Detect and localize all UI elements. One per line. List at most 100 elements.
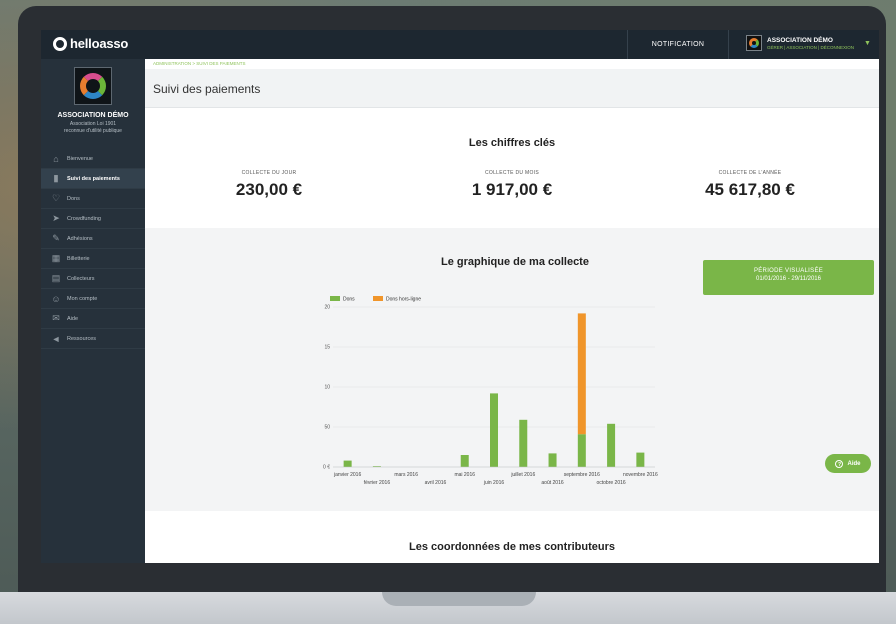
chevron-down-icon[interactable]: ▼ xyxy=(864,40,871,47)
x-tick-label: août 2016 xyxy=(541,480,563,486)
legend-label: Dons hors-ligne xyxy=(386,297,421,303)
org-sub-line-1: Association Loi 1901 xyxy=(69,121,117,127)
periode-button[interactable]: PÉRIODE VISUALISÉE 01/01/2016 - 29/11/20… xyxy=(703,260,874,295)
periode-label: PÉRIODE VISUALISÉE xyxy=(753,268,824,274)
y-tick-label: 0 € xyxy=(323,465,330,471)
sidebar-item-label: Collecteurs xyxy=(67,275,95,282)
megaphone-icon: ◄ xyxy=(51,333,61,344)
page-header: Suivi des paiements xyxy=(145,69,879,108)
legend-swatch xyxy=(373,296,383,301)
kpi-label: COLLECTE DU JOUR xyxy=(241,170,297,176)
main-content: ADMINISTRATION > SUIVI DES PAIEMENTS Sui… xyxy=(145,59,879,563)
y-tick-label: 10 xyxy=(324,385,330,391)
bar xyxy=(577,434,586,467)
y-tick-label: 50 xyxy=(324,425,330,431)
sidebar-item-suivi-paiements[interactable]: ▮ Suivi des paiements xyxy=(41,169,145,189)
top-bar: helloasso NOTIFICATION ASSOCIATION DÉMO … xyxy=(41,30,879,59)
sidebar-item-mon-compte[interactable]: ☺ Mon compte xyxy=(41,289,145,309)
org-name: ASSOCIATION DÉMO xyxy=(57,112,129,119)
notification-button[interactable]: NOTIFICATION xyxy=(627,30,729,59)
y-tick-label: 20 xyxy=(324,305,330,311)
bar xyxy=(460,455,469,467)
y-tick-label: 15 xyxy=(324,345,330,351)
periode-dates: 01/01/2016 - 29/11/2016 xyxy=(756,276,821,282)
pen-icon: ✎ xyxy=(52,233,60,243)
x-tick-label: octobre 2016 xyxy=(596,480,625,486)
sidebar-item-dons[interactable]: ♡ Dons xyxy=(41,189,145,209)
sidebar-item-adhesions[interactable]: ✎ Adhésions xyxy=(41,229,145,249)
sidebar-item-bienvenue[interactable]: ⌂ Bienvenue xyxy=(41,149,145,169)
sidebar-item-label: Crowdfunding xyxy=(67,215,101,222)
paper-plane-icon: ➤ xyxy=(52,213,60,223)
kpi-value: 1 917,00 € xyxy=(471,180,553,199)
brand-name: helloasso xyxy=(70,36,129,51)
bar-chart-icon: ▮ xyxy=(53,173,59,183)
sidebar-item-label: Adhésions xyxy=(67,235,93,242)
x-tick-label: avril 2016 xyxy=(425,480,447,486)
account-links[interactable]: GÉRER | ASSOCIATION | DÉCONNEXION xyxy=(767,45,854,50)
kpi-jour: COLLECTE DU JOUR 230,00 € xyxy=(169,170,369,200)
kpi-value: 45 617,80 € xyxy=(705,180,795,199)
sidebar: ASSOCIATION DÉMO Association Loi 1901 re… xyxy=(41,59,145,563)
x-tick-label: mars 2016 xyxy=(394,472,418,478)
kpi-mois: COLLECTE DU MOIS 1 917,00 € xyxy=(412,170,612,200)
heart-icon: ♡ xyxy=(51,193,61,203)
graph-section: Le graphique de ma collecte 0 € 50 10 15 20 D… xyxy=(145,228,879,511)
collecte-chart: 0 € 50 10 15 20 Dons Dons hors-ligne janvier 20… xyxy=(323,296,658,486)
legend-swatch xyxy=(330,296,340,301)
graph-title: Le graphique de ma collecte xyxy=(441,256,589,268)
bar xyxy=(577,313,586,435)
aide-button[interactable]: ? Aide xyxy=(825,454,871,473)
aide-label: Aide xyxy=(847,460,861,467)
screen: helloasso NOTIFICATION ASSOCIATION DÉMO … xyxy=(41,30,879,563)
sidebar-item-label: Suivi des paiements xyxy=(67,175,120,182)
org-logo xyxy=(74,67,112,105)
sidebar-item-label: Aide xyxy=(67,315,79,322)
sidebar-nav: ⌂ Bienvenue ▮ Suivi des paiements ♡ Dons ➤ C… xyxy=(41,149,145,349)
kpi-annee: COLLECTE DE L'ANNÉE 45 617,80 € xyxy=(650,170,850,200)
org-sub-line-2: reconnue d'utilité publique xyxy=(64,128,122,134)
bar xyxy=(490,393,498,467)
bar xyxy=(607,423,616,467)
kpi-label: COLLECTE DE L'ANNÉE xyxy=(718,170,782,176)
x-tick-label: février 2016 xyxy=(364,480,391,486)
x-tick-label: novembre 2016 xyxy=(623,472,658,478)
user-icon: ☺ xyxy=(51,293,61,304)
sidebar-item-ressources[interactable]: ◄ Ressources xyxy=(41,329,145,349)
document-icon: ▤ xyxy=(51,273,61,283)
org-description: Association Loi 1901 reconnue d'utilité … xyxy=(41,121,145,135)
home-icon: ⌂ xyxy=(53,153,59,164)
brand-logo[interactable]: helloasso xyxy=(53,36,128,51)
sidebar-item-crowdfunding[interactable]: ➤ Crowdfunding xyxy=(41,209,145,229)
kpis-title: Les chiffres clés xyxy=(468,137,556,149)
laptop-notch xyxy=(382,592,536,606)
calendar-icon: ▦ xyxy=(51,253,61,263)
account-menu[interactable]: ASSOCIATION DÉMO GÉRER | ASSOCIATION | D… xyxy=(746,35,871,51)
logo-icon xyxy=(53,36,67,51)
bar xyxy=(519,419,528,467)
page-title: Suivi des paiements xyxy=(153,82,261,96)
sidebar-item-label: Mon compte xyxy=(67,295,98,302)
contributors-title: Les coordonnées de mes contributeurs xyxy=(409,541,615,553)
bar xyxy=(636,452,645,467)
breadcrumb[interactable]: ADMINISTRATION > SUIVI DES PAIEMENTS xyxy=(153,61,245,66)
sidebar-item-label: Ressources xyxy=(67,335,97,342)
x-tick-label: mai 2016 xyxy=(454,472,475,478)
x-tick-label: juillet 2016 xyxy=(510,472,535,478)
sidebar-item-label: Billetterie xyxy=(67,255,90,262)
help-icon: ? xyxy=(835,459,844,468)
org-logo-icon xyxy=(80,73,106,99)
kpi-value: 230,00 € xyxy=(235,180,303,199)
sidebar-item-aide[interactable]: ✉ Aide xyxy=(41,309,145,329)
sidebar-item-label: Dons xyxy=(67,195,80,202)
kpi-label: COLLECTE DU MOIS xyxy=(485,170,539,176)
legend-label: Dons xyxy=(343,297,355,303)
sidebar-item-collecteurs[interactable]: ▤ Collecteurs xyxy=(41,269,145,289)
x-tick-label: septembre 2016 xyxy=(564,472,600,478)
bar xyxy=(548,453,557,467)
sidebar-item-billetterie[interactable]: ▦ Billetterie xyxy=(41,249,145,269)
account-name: ASSOCIATION DÉMO xyxy=(767,36,833,44)
association-logo-icon xyxy=(746,35,762,51)
sidebar-item-label: Bienvenue xyxy=(67,155,93,162)
chat-icon: ✉ xyxy=(52,313,60,323)
